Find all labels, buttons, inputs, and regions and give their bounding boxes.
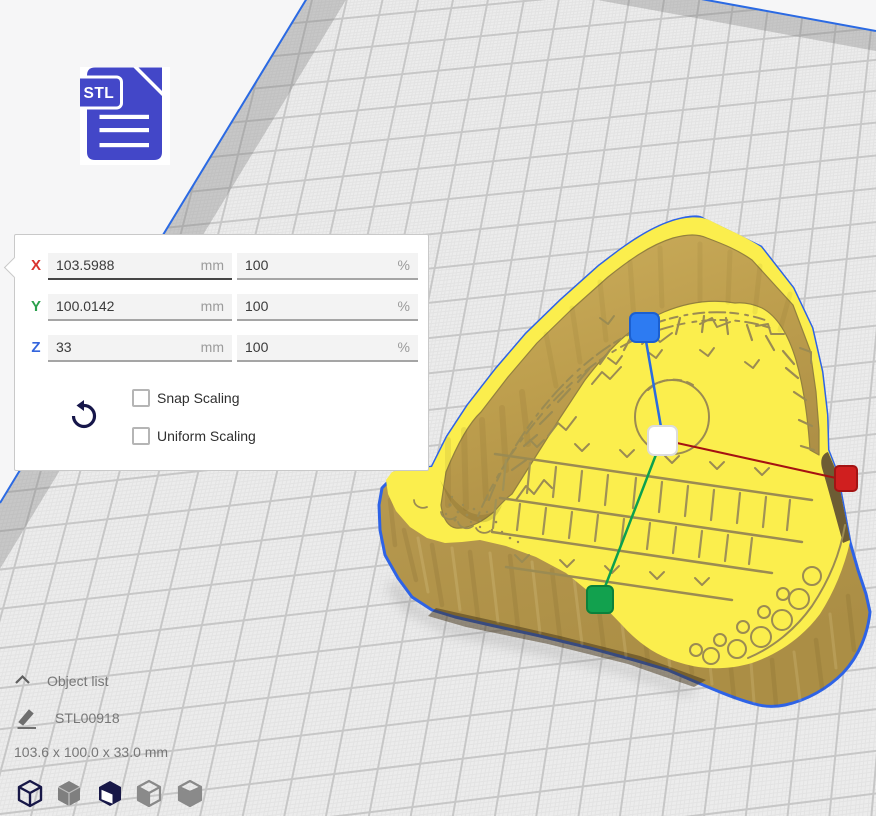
svg-text:STL: STL (84, 85, 115, 102)
